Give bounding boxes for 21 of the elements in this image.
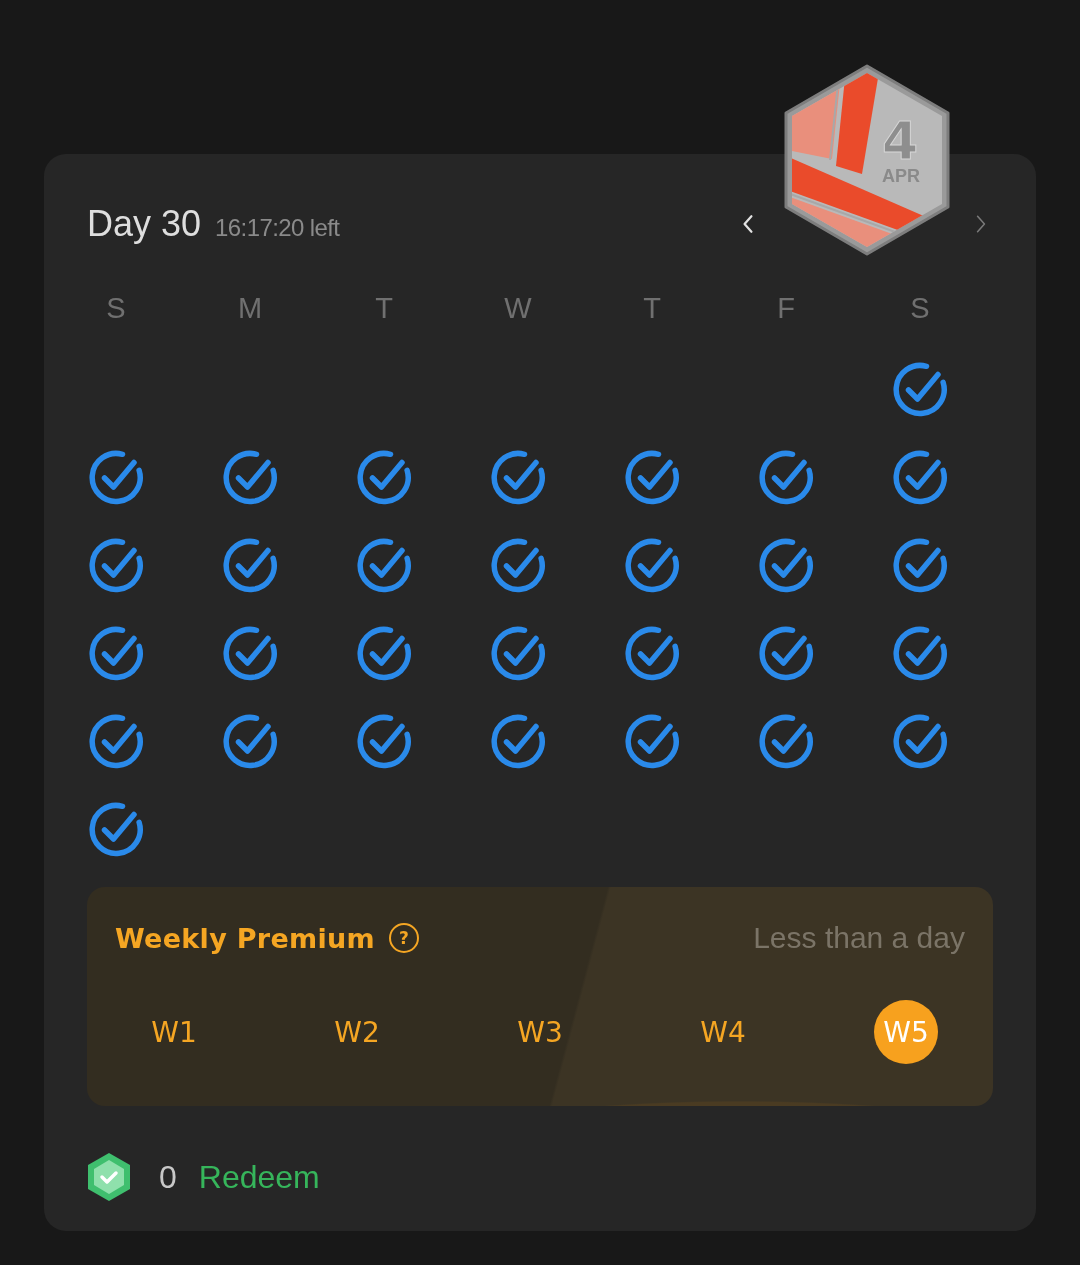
premium-title: Weekly Premium: [115, 922, 375, 954]
weekday-label: S: [909, 291, 931, 326]
redeem-link[interactable]: Redeem: [198, 1158, 320, 1196]
countdown-text: 16:17:20 left: [215, 214, 340, 242]
weekday-label: T: [374, 291, 394, 326]
weekday-label: M: [236, 291, 264, 326]
week-tab[interactable]: W2: [325, 1000, 389, 1064]
day-title: Day 30: [87, 203, 202, 245]
weekday-label: F: [776, 291, 796, 326]
weekday-label: W: [503, 291, 533, 326]
weekday-label: T: [642, 291, 662, 326]
points-count: 0: [159, 1158, 177, 1196]
week-tab[interactable]: W4: [691, 1000, 755, 1064]
hexagon-check-icon: [87, 1152, 131, 1202]
time-left-text: Less than a day: [753, 921, 965, 955]
chevron-left-icon: [742, 213, 754, 235]
week-tab[interactable]: W3: [508, 1000, 572, 1064]
chevron-right-icon: [975, 213, 987, 235]
weekday-label: S: [105, 291, 127, 326]
week-tab[interactable]: W1: [142, 1000, 206, 1064]
help-button[interactable]: ?: [389, 923, 419, 953]
